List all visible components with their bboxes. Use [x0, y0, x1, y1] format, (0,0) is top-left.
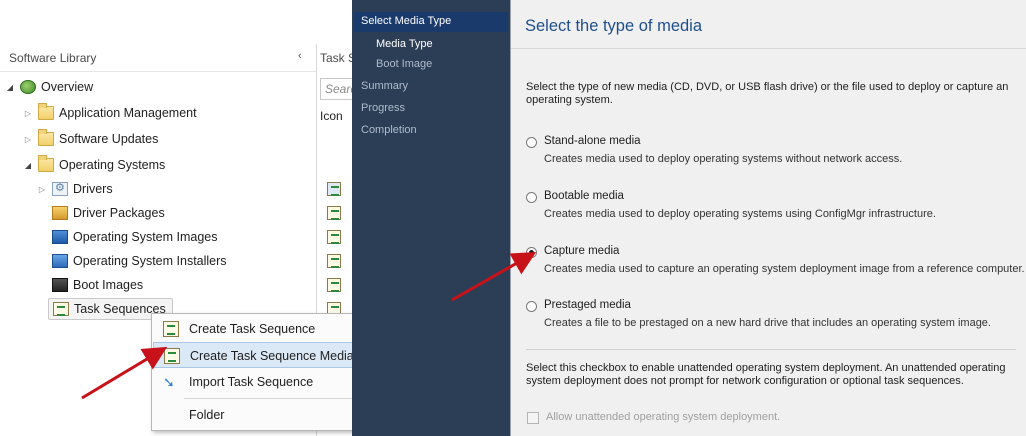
column-header-icon[interactable]: Icon — [320, 109, 343, 123]
radio-button-selected[interactable] — [526, 247, 537, 258]
option-label[interactable]: Bootable media — [544, 190, 624, 202]
option-label[interactable]: Prestaged media — [544, 299, 631, 311]
radio-button[interactable] — [526, 192, 537, 203]
page-title: Select the type of media — [525, 17, 703, 35]
task-sequence-icon[interactable] — [327, 278, 341, 292]
wizard-page: Select the type of media Select the type… — [511, 0, 1026, 436]
tree-node-os-installers[interactable]: Operating System Installers — [52, 250, 227, 272]
nav-progress[interactable]: Progress — [361, 102, 405, 114]
tree-node-application-management[interactable]: ▷ Application Management — [22, 102, 197, 124]
menu-item-folder[interactable]: Folder — [153, 402, 352, 428]
task-sequence-icon[interactable] — [327, 254, 341, 268]
divider — [511, 48, 1026, 49]
collapsed-arrow-icon[interactable]: ▷ — [22, 135, 34, 144]
option-label[interactable]: Stand-alone media — [544, 135, 641, 147]
intro-text: Select the type of new media (CD, DVD, o… — [526, 81, 1009, 106]
tree-node-boot-images[interactable]: Boot Images — [52, 274, 143, 296]
nav-select-media-type[interactable]: Select Media Type — [354, 12, 508, 32]
folder-icon — [38, 129, 54, 146]
create-task-sequence-media-wizard: Select Media Type Media Type Boot Image … — [352, 0, 1026, 436]
tree-node-label: Application Management — [59, 106, 197, 120]
tree-node-label: Software Updates — [59, 132, 159, 146]
menu-item-create-task-sequence-media[interactable]: Create Task Sequence Media — [153, 342, 352, 368]
option-description: Creates media used to deploy operating s… — [544, 153, 903, 165]
nav-completion[interactable]: Completion — [361, 124, 417, 136]
boot-image-icon — [52, 278, 68, 292]
option-description: Creates media used to capture an operati… — [544, 263, 1025, 275]
tree-node-operating-systems[interactable]: ◢ Operating Systems — [22, 154, 165, 176]
task-sequence-media-icon — [164, 348, 180, 364]
import-icon: ➘ — [163, 374, 175, 390]
option-label[interactable]: Capture media — [544, 245, 619, 257]
tree-node-label: Operating System Installers — [73, 254, 227, 268]
context-menu: Create Task Sequence Create Task Sequenc… — [151, 313, 352, 431]
task-sequence-icon[interactable] — [327, 230, 341, 244]
task-sequence-icon — [163, 321, 179, 337]
menu-item-label: Create Task Sequence Media — [190, 349, 352, 363]
nav-boot-image[interactable]: Boot Image — [376, 58, 432, 70]
software-library-header: Software Library ‹ — [0, 44, 316, 72]
menu-item-label: Import Task Sequence — [189, 375, 314, 389]
drivers-icon — [52, 181, 68, 196]
search-input[interactable]: Searc — [320, 78, 352, 100]
tree-node-label: Drivers — [73, 182, 113, 196]
option-description: Creates media used to deploy operating s… — [544, 208, 936, 220]
folder-icon — [38, 103, 54, 120]
tree-node-label: Operating Systems — [59, 158, 166, 172]
unattended-checkbox-label: Allow unattended operating system deploy… — [546, 411, 781, 423]
radio-button[interactable] — [526, 137, 537, 148]
task-sequence-icon — [53, 302, 69, 316]
tree-node-drivers[interactable]: ▷ Drivers — [36, 178, 113, 200]
menu-separator — [184, 398, 352, 399]
divider — [526, 349, 1016, 350]
menu-item-import-task-sequence[interactable]: ➘ Import Task Sequence — [153, 369, 352, 395]
unattended-checkbox[interactable] — [527, 412, 539, 424]
nav-summary[interactable]: Summary — [361, 80, 408, 92]
tree-node-label: Operating System Images — [73, 230, 218, 244]
tree-node-label: Driver Packages — [73, 206, 165, 220]
collapsed-arrow-icon[interactable]: ▷ — [22, 109, 34, 118]
software-library-title: Software Library — [9, 51, 97, 65]
menu-item-label: Create Task Sequence — [189, 322, 316, 336]
driver-package-icon — [52, 206, 68, 220]
tree-node-os-images[interactable]: Operating System Images — [52, 226, 218, 248]
menu-item-label: Folder — [189, 408, 225, 422]
task-sequence-icon[interactable] — [327, 182, 341, 196]
folder-icon — [38, 155, 54, 172]
radio-button[interactable] — [526, 301, 537, 312]
list-title: Task S — [320, 51, 352, 65]
collapse-pane-icon[interactable]: ‹ — [298, 50, 302, 62]
software-library-console: Software Library ‹ ◢ Overview ▷ Applicat… — [0, 0, 352, 436]
tree-node-label: Overview — [41, 80, 94, 94]
expanded-arrow-icon[interactable]: ◢ — [22, 161, 34, 170]
wizard-navigation: Select Media Type Media Type Boot Image … — [352, 0, 510, 436]
tree-node-software-updates[interactable]: ▷ Software Updates — [22, 128, 158, 150]
nav-media-type[interactable]: Media Type — [376, 38, 433, 50]
tree-node-label: Boot Images — [73, 278, 144, 292]
option-description: Creates a file to be prestaged on a new … — [544, 317, 991, 329]
expanded-arrow-icon[interactable]: ◢ — [4, 83, 16, 92]
overview-icon — [20, 80, 36, 94]
os-image-icon — [52, 230, 68, 244]
menu-item-create-task-sequence[interactable]: Create Task Sequence — [153, 316, 352, 342]
tree-node-overview[interactable]: ◢ Overview — [4, 76, 93, 98]
collapsed-arrow-icon[interactable]: ▷ — [36, 185, 48, 194]
task-sequence-icon[interactable] — [327, 206, 341, 220]
os-installer-icon — [52, 254, 68, 268]
tree-node-driver-packages[interactable]: Driver Packages — [52, 202, 165, 224]
unattended-description: Select this checkbox to enable unattende… — [526, 362, 1006, 387]
